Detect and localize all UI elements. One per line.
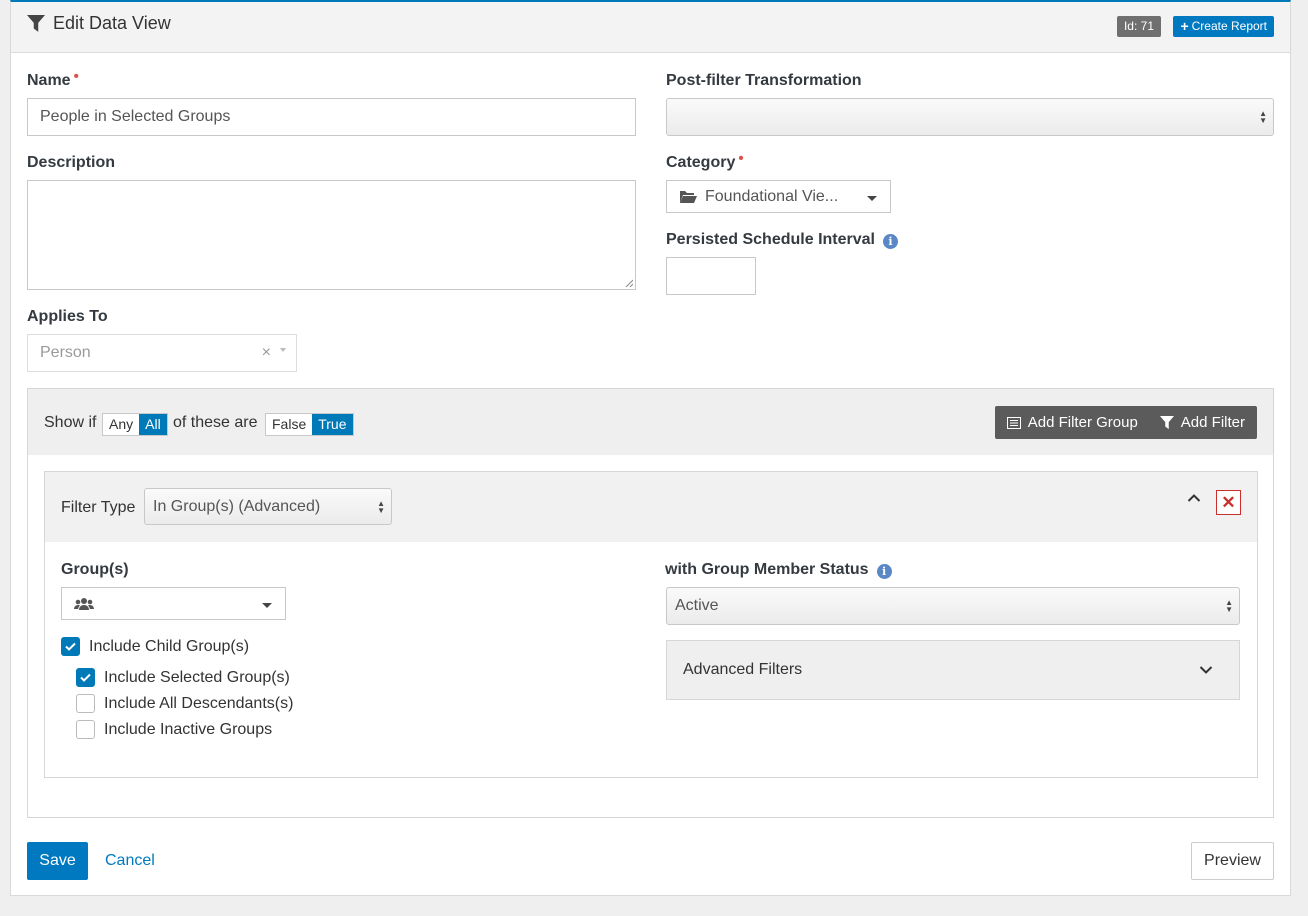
preview-button[interactable]: Preview bbox=[1191, 842, 1274, 880]
checkbox-label: Include Selected Group(s) bbox=[104, 668, 290, 686]
persisted-interval-label: Persisted Schedule Interval i bbox=[666, 231, 898, 249]
updown-arrows-icon: ▲ ▼ bbox=[1259, 109, 1267, 125]
info-icon[interactable]: i bbox=[882, 233, 898, 249]
cancel-link[interactable]: Cancel bbox=[105, 852, 155, 870]
match-toggle: Any All bbox=[102, 413, 168, 436]
applies-to-label: Applies To bbox=[27, 308, 108, 325]
add-filter-group-button[interactable]: Add Filter Group bbox=[995, 406, 1150, 439]
panel-header: Edit Data View Id: 71 + Create Report bbox=[11, 2, 1290, 53]
member-status-value: Active bbox=[675, 597, 719, 614]
include-selected-groups-checkbox[interactable]: Include Selected Group(s) bbox=[76, 668, 290, 687]
toggle-all[interactable]: All bbox=[139, 414, 167, 435]
member-status-select[interactable]: Active ▲ ▼ bbox=[666, 587, 1240, 625]
groups-label: Group(s) bbox=[61, 561, 129, 578]
list-icon bbox=[1006, 416, 1021, 429]
updown-arrows-icon: ▲ ▼ bbox=[377, 498, 385, 515]
show-if-label: Show if bbox=[44, 414, 97, 431]
filter-toolbar: Show if Any All of these are False True … bbox=[28, 389, 1273, 455]
plus-icon: + bbox=[1180, 18, 1189, 34]
filter-icon bbox=[1159, 415, 1174, 429]
filter-type-select[interactable]: In Group(s) (Advanced) ▲ ▼ bbox=[144, 488, 392, 525]
include-all-descendants-checkbox[interactable]: Include All Descendants(s) bbox=[76, 694, 293, 713]
close-icon: ✕ bbox=[1221, 492, 1236, 512]
users-icon bbox=[74, 597, 94, 610]
category-picker[interactable]: Foundational Vie... bbox=[666, 180, 891, 213]
category-value: Foundational Vie... bbox=[705, 187, 839, 205]
post-filter-select[interactable]: ▲ ▼ bbox=[666, 98, 1274, 136]
add-buttons-group: Add Filter Group Add Filter bbox=[994, 406, 1257, 439]
filter-card-header: Filter Type In Group(s) (Advanced) ▲ ▼ ✕ bbox=[45, 472, 1257, 542]
advanced-filters-toggle[interactable]: Advanced Filters bbox=[666, 640, 1240, 700]
folder-open-icon bbox=[679, 190, 697, 203]
filter-icon bbox=[27, 14, 45, 32]
create-report-button[interactable]: + Create Report bbox=[1173, 16, 1274, 37]
name-input-value: People in Selected Groups bbox=[40, 108, 231, 125]
dropdown-caret-icon bbox=[867, 196, 877, 201]
chevron-up-icon[interactable] bbox=[1187, 493, 1201, 503]
add-filter-button[interactable]: Add Filter bbox=[1150, 406, 1257, 439]
filter-area: Show if Any All of these are False True … bbox=[27, 388, 1274, 818]
post-filter-label: Post-filter Transformation bbox=[666, 72, 862, 89]
dropdown-caret-icon bbox=[262, 603, 272, 608]
checkbox-checked-icon bbox=[76, 668, 95, 687]
required-marker: • bbox=[73, 68, 79, 85]
checkbox-checked-icon bbox=[61, 637, 80, 656]
id-badge: Id: 71 bbox=[1116, 16, 1161, 37]
include-inactive-groups-checkbox[interactable]: Include Inactive Groups bbox=[76, 720, 272, 739]
resize-handle-icon[interactable] bbox=[625, 279, 633, 287]
truth-toggle: False True bbox=[265, 413, 354, 436]
dropdown-caret-icon bbox=[280, 348, 286, 352]
checkbox-label: Include Inactive Groups bbox=[104, 720, 273, 738]
toggle-false[interactable]: False bbox=[266, 414, 313, 435]
filter-type-value: In Group(s) (Advanced) bbox=[153, 497, 321, 515]
panel-title: Edit Data View bbox=[27, 13, 171, 34]
delete-filter-button[interactable]: ✕ bbox=[1216, 490, 1241, 515]
groups-picker[interactable] bbox=[61, 587, 286, 620]
applies-to-select[interactable]: Person × bbox=[27, 334, 297, 372]
chevron-down-icon bbox=[1199, 666, 1213, 674]
description-textarea[interactable] bbox=[27, 180, 636, 290]
category-label: Category • bbox=[666, 150, 744, 172]
edit-data-view-panel: Edit Data View Id: 71 + Create Report Na… bbox=[10, 0, 1291, 896]
panel-title-text: Edit Data View bbox=[53, 13, 171, 33]
category-label-text: Category bbox=[666, 154, 736, 171]
filter-card: Filter Type In Group(s) (Advanced) ▲ ▼ ✕ … bbox=[44, 471, 1258, 778]
applies-to-value: Person bbox=[40, 344, 91, 361]
info-icon[interactable]: i bbox=[876, 563, 892, 579]
description-label: Description bbox=[27, 154, 116, 171]
updown-arrows-icon: ▲ ▼ bbox=[1225, 598, 1233, 614]
toggle-true[interactable]: True bbox=[312, 414, 353, 435]
clear-icon[interactable]: × bbox=[262, 344, 271, 362]
checkbox-unchecked-icon bbox=[76, 694, 95, 713]
name-input[interactable]: People in Selected Groups bbox=[27, 98, 636, 136]
checkbox-unchecked-icon bbox=[76, 720, 95, 739]
member-status-label-text: with Group Member Status bbox=[665, 561, 869, 578]
advanced-filters-label: Advanced Filters bbox=[683, 661, 803, 678]
checkbox-label: Include All Descendants(s) bbox=[104, 694, 294, 712]
name-label-text: Name bbox=[27, 72, 71, 89]
of-these-are-label: of these are bbox=[173, 414, 258, 431]
include-child-groups-checkbox[interactable]: Include Child Group(s) bbox=[61, 637, 249, 656]
create-report-label: Create Report bbox=[1191, 19, 1267, 33]
add-filter-label: Add Filter bbox=[1180, 414, 1245, 431]
filter-type-label: Filter Type bbox=[61, 499, 136, 516]
persisted-interval-label-text: Persisted Schedule Interval bbox=[666, 231, 875, 248]
name-label: Name • bbox=[27, 68, 79, 90]
checkbox-label: Include Child Group(s) bbox=[89, 637, 250, 655]
required-marker: • bbox=[738, 150, 744, 167]
save-button[interactable]: Save bbox=[27, 842, 88, 880]
toggle-any[interactable]: Any bbox=[103, 414, 140, 435]
persisted-interval-input[interactable] bbox=[666, 257, 756, 295]
add-filter-group-label: Add Filter Group bbox=[1027, 414, 1138, 431]
member-status-label: with Group Member Status i bbox=[665, 561, 892, 579]
